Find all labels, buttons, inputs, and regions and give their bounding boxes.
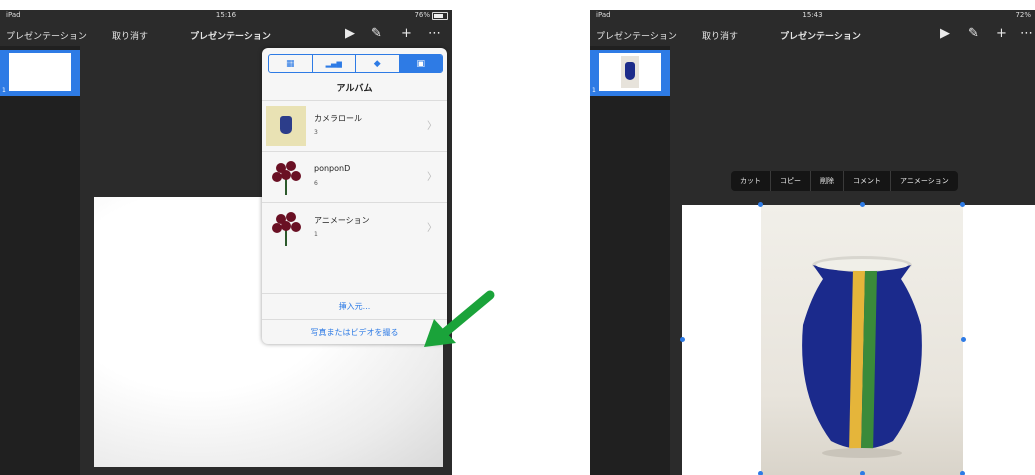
play-icon[interactable]: ▶ (345, 26, 355, 42)
brush-icon[interactable]: ✎ (968, 26, 979, 42)
slide-thumbnail-1[interactable]: 1 (0, 50, 80, 96)
slide-number: 1 (592, 87, 596, 94)
chevron-right-icon: 〉 (427, 121, 437, 132)
chart-icon: ▂▄▆ (325, 59, 342, 68)
undo-button[interactable]: 取り消す (702, 29, 738, 42)
toolbar: プレゼンテーション 取り消す プレゼンテーション ▶ ✎ + ⋯ (590, 24, 1035, 46)
battery-icon (432, 12, 448, 20)
slide-navigator: 1 (0, 46, 80, 475)
comment-menu-item[interactable]: コメント (843, 171, 890, 191)
back-button[interactable]: プレゼンテーション (596, 29, 677, 42)
slide-navigator: 1 (590, 46, 670, 475)
album-count: 1 (314, 231, 318, 238)
document-title: プレゼンテーション (780, 32, 861, 42)
tab-shape[interactable]: ◆ (355, 55, 399, 72)
document-title: プレゼンテーション (190, 32, 271, 42)
more-icon[interactable]: ⋯ (1020, 26, 1033, 42)
battery-percent: 72% (1015, 11, 1031, 19)
album-animation[interactable]: アニメーション 1 〉 (262, 202, 447, 253)
tab-chart[interactable]: ▂▄▆ (311, 55, 356, 72)
album-thumbnail (266, 106, 306, 146)
battery-percent: 76% (414, 11, 430, 19)
arrow-indicator-icon (424, 290, 495, 347)
table-icon: ▦ (285, 58, 295, 69)
more-icon[interactable]: ⋯ (428, 26, 441, 42)
album-name: カメラロール (314, 114, 362, 123)
status-bar: iPad 15:43 72% (590, 10, 1035, 22)
vase-image (802, 256, 922, 458)
tab-table[interactable]: ▦ (269, 55, 312, 72)
tab-media[interactable]: ▣ (398, 55, 442, 72)
delete-menu-item[interactable]: 削除 (810, 171, 843, 191)
resize-handle[interactable] (860, 202, 865, 207)
edit-context-menu: カット コピー 削除 コメント アニメーション (731, 171, 958, 191)
resize-handle[interactable] (758, 202, 763, 207)
album-thumbnail (266, 208, 306, 248)
resize-handle[interactable] (961, 337, 966, 342)
cut-menu-item[interactable]: カット (731, 171, 770, 191)
album-name: ponponD (314, 164, 351, 173)
copy-menu-item[interactable]: コピー (770, 171, 810, 191)
clock: 15:16 (215, 11, 237, 19)
chevron-right-icon: 〉 (427, 223, 437, 234)
clock: 15:43 (802, 11, 823, 19)
resize-handle[interactable] (860, 471, 865, 475)
chevron-right-icon: 〉 (427, 172, 437, 183)
album-ponpond[interactable]: ponponD 6 〉 (262, 151, 447, 202)
keynote-screen-left: iPad 15:16 76% プレゼンテーション 取り消す プレゼンテーション … (0, 10, 452, 475)
play-icon[interactable]: ▶ (940, 26, 950, 42)
status-bar: iPad 15:16 76% (0, 10, 452, 22)
album-camera-roll[interactable]: カメラロール 3 〉 (262, 100, 447, 151)
resize-handle[interactable] (680, 337, 685, 342)
keynote-screen-right: iPad 15:43 72% プレゼンテーション 取り消す プレゼンテーション … (590, 10, 1035, 475)
insert-tabs: ▦ ▂▄▆ ◆ ▣ (268, 54, 443, 73)
inserted-photo[interactable] (761, 205, 963, 475)
animation-menu-item[interactable]: アニメーション (890, 171, 958, 191)
undo-button[interactable]: 取り消す (112, 29, 148, 42)
slide-canvas[interactable] (680, 202, 1035, 475)
album-name: アニメーション (314, 216, 370, 225)
album-count: 6 (314, 180, 318, 187)
brush-icon[interactable]: ✎ (371, 26, 382, 42)
plus-icon[interactable]: + (401, 26, 412, 42)
album-list: カメラロール 3 〉 ponponD 6 〉 アニメーション 1 〉 (262, 100, 447, 253)
media-icon: ▣ (416, 58, 425, 69)
back-button[interactable]: プレゼンテーション (6, 29, 87, 42)
popover-title: アルバム (336, 84, 373, 94)
plus-icon[interactable]: + (996, 26, 1007, 42)
slide-thumbnail-1[interactable]: 1 (590, 50, 670, 96)
resize-handle[interactable] (960, 471, 965, 475)
resize-handle[interactable] (758, 471, 763, 475)
toolbar: プレゼンテーション 取り消す プレゼンテーション ▶ ✎ + ⋯ (0, 24, 452, 46)
resize-handle[interactable] (960, 202, 965, 207)
shape-icon: ◆ (373, 58, 381, 69)
slide-number: 1 (2, 87, 6, 94)
album-thumbnail (266, 157, 306, 197)
album-count: 3 (314, 129, 318, 136)
